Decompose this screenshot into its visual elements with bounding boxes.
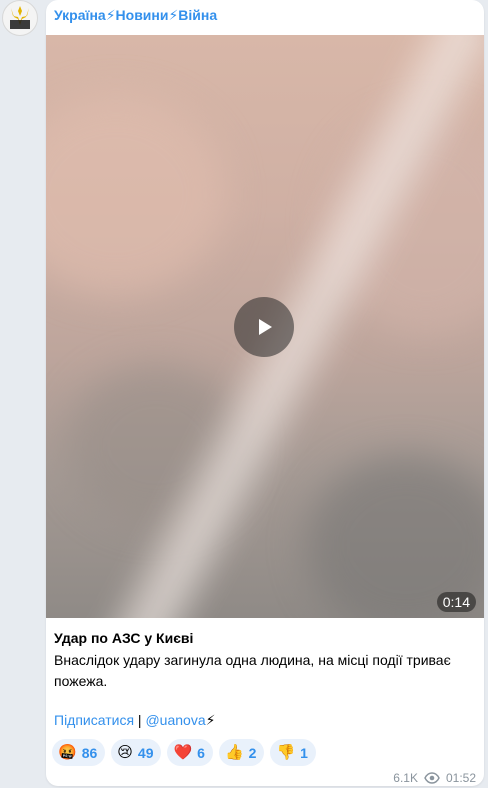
post-title: Удар по АЗС у Києві bbox=[54, 630, 194, 646]
reaction-count: 6 bbox=[197, 744, 205, 761]
post-body: Внаслідок удару загинула одна людина, на… bbox=[54, 652, 451, 689]
reaction-thumbs-up[interactable]: 👍 2 bbox=[218, 739, 265, 766]
thumbs-up-icon: 👍 bbox=[224, 744, 244, 761]
crying-face-icon: 😢 bbox=[117, 744, 133, 761]
play-button[interactable] bbox=[234, 297, 294, 357]
video-duration: 0:14 bbox=[436, 592, 476, 612]
trident-logo-icon bbox=[10, 6, 30, 29]
reactions-bar: 🤬 86 😢 49 ❤️ 6 👍 2 👎 1 bbox=[52, 739, 316, 766]
reaction-count: 2 bbox=[248, 744, 257, 761]
channel-name[interactable]: Україна⚡Новини⚡Війна bbox=[54, 7, 217, 24]
message-meta: 6.1K 01:52 bbox=[393, 771, 476, 785]
reaction-count: 49 bbox=[137, 744, 154, 761]
reaction-heart[interactable]: ❤️ 6 bbox=[167, 739, 213, 766]
eye-icon bbox=[424, 772, 440, 784]
reaction-angry[interactable]: 🤬 86 bbox=[52, 739, 106, 766]
play-icon bbox=[259, 319, 272, 335]
thumbs-down-icon: 👎 bbox=[276, 744, 296, 761]
heart-icon: ❤️ bbox=[173, 744, 193, 761]
reaction-count: 86 bbox=[81, 744, 98, 761]
link-separator: | bbox=[134, 712, 146, 728]
channel-handle-link[interactable]: @uanova bbox=[145, 712, 205, 728]
angry-face-icon: 🤬 bbox=[58, 744, 77, 761]
reaction-sad[interactable]: 😢 49 bbox=[111, 739, 162, 766]
view-count: 6.1K bbox=[393, 771, 418, 785]
reaction-thumbs-down[interactable]: 👎 1 bbox=[270, 739, 316, 766]
message-bubble: Україна⚡Новини⚡Війна 0:14 Удар по АЗС у … bbox=[46, 0, 484, 786]
video-preview[interactable]: 0:14 bbox=[46, 35, 484, 618]
subscribe-link[interactable]: Підписатися bbox=[54, 712, 134, 728]
message-time: 01:52 bbox=[445, 771, 476, 785]
post-links: Підписатися | @uanova⚡ bbox=[54, 712, 215, 729]
channel-avatar[interactable] bbox=[2, 0, 38, 36]
lightning-icon: ⚡ bbox=[205, 712, 216, 728]
reaction-count: 1 bbox=[300, 744, 308, 761]
